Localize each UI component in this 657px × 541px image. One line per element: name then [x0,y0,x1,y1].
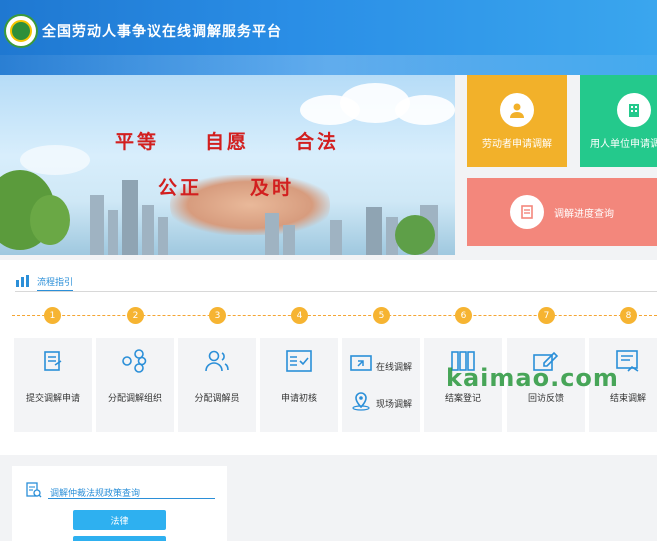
step-submit-card[interactable]: 提交调解申请 [14,338,92,432]
checklist-icon [285,349,313,377]
divider [15,291,657,292]
step-label: 分配调解组织 [107,394,162,404]
process-header: 流程指引 [15,273,74,292]
search-document-icon [26,482,42,502]
onsite-mediation-label: 现场调解 [375,399,412,410]
step-mediation-card: 在线调解 现场调解 [342,338,420,432]
onsite-mediation-option[interactable]: 现场调解 [350,391,412,415]
slogan-2: 自愿 [205,131,250,153]
employer-apply-label: 用人单位申请调 [590,138,657,150]
step-label: 申请初核 [280,394,317,404]
slogan-5: 及时 [250,177,295,199]
step-number: 1 [44,307,61,324]
law-policy-panel: 调解仲裁法规政策查询 法律 [12,466,227,541]
step-label: 结案登记 [444,394,481,404]
process-guide: 流程指引 1 2 3 4 5 6 7 8 提交调解申请 分配调解组织 分配调解员… [0,260,657,455]
employee-apply-label: 劳动者申请调解 [482,138,552,150]
laws-header: 调解仲裁法规政策查询 [26,482,140,502]
step-number: 4 [291,307,308,324]
online-mediation-option[interactable]: 在线调解 [350,355,412,377]
employee-apply-tile[interactable]: 劳动者申请调解 [467,75,567,167]
site-header: 全国劳动人事争议在线调解服务平台 [0,0,657,75]
progress-query-label: 调解进度查询 [554,208,614,220]
regulation-button[interactable] [73,536,166,541]
online-icon [350,355,372,377]
step-number: 6 [455,307,472,324]
people-icon [203,349,231,377]
step-assign-mediator-card[interactable]: 分配调解员 [178,338,256,432]
building-icon [617,92,651,127]
step-assign-org-card[interactable]: 分配调解组织 [96,338,174,432]
employer-apply-tile[interactable]: 用人单位申请调 [580,75,657,167]
step-initial-review-card[interactable]: 申请初核 [260,338,338,432]
laws-divider [48,498,215,499]
flow-chart-icon [15,273,31,292]
step-number: 8 [620,307,637,324]
watermark: kaimao.com [446,364,619,392]
location-icon [350,391,372,415]
slogan-3: 合法 [295,131,340,153]
step-number: 2 [127,307,144,324]
document-icon [510,195,544,229]
progress-query-tile[interactable]: 调解进度查询 [467,178,657,246]
site-title[interactable]: 全国劳动人事争议在线调解服务平台 [42,21,282,41]
user-icon [500,92,534,127]
law-button[interactable]: 法律 [73,510,166,530]
step-label: 提交调解申请 [25,394,80,404]
site-logo[interactable] [4,14,38,48]
slogan-4: 公正 [158,177,203,199]
step-label: 分配调解员 [194,394,240,404]
step-timeline [12,315,657,316]
online-mediation-label: 在线调解 [375,362,412,373]
step-label: 回访反馈 [527,394,564,404]
step-number: 5 [373,307,390,324]
organization-icon [121,349,149,377]
hero-banner: 平等 自愿 合法 公正 及时 [0,75,455,255]
laws-title: 调解仲裁法规政策查询 [50,488,141,499]
step-number: 3 [209,307,226,324]
slogan-1: 平等 [115,131,160,153]
process-title: 流程指引 [37,275,74,291]
submit-icon [41,349,65,377]
step-number: 7 [538,307,555,324]
step-label: 结束调解 [609,394,646,404]
